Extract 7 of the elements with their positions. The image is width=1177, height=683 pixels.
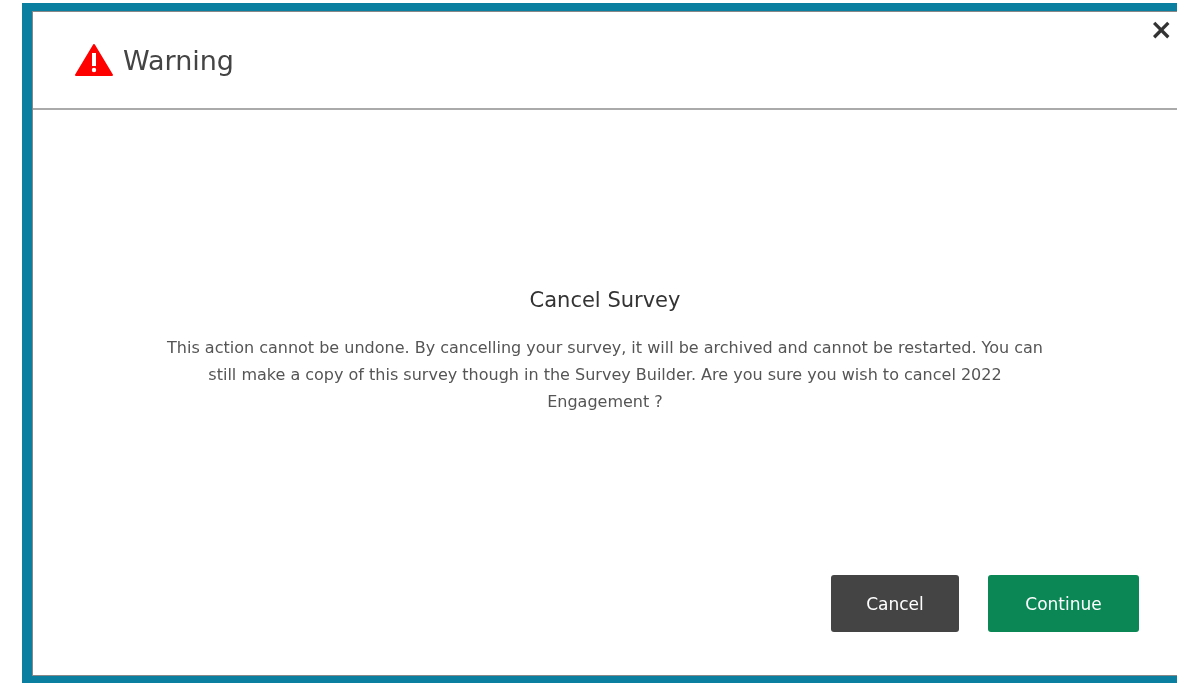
dialog-title: Warning bbox=[123, 44, 234, 76]
warning-icon bbox=[75, 44, 113, 76]
cancel-button[interactable]: Cancel bbox=[831, 575, 959, 632]
dialog-heading: Cancel Survey bbox=[529, 288, 681, 312]
dialog-message: This action cannot be undone. By cancelling your survey, it will be archived and cannot be restarted. You can still make a copy of this survey though in the Survey Builder. Are you sure you wish to cancel 2022 Engagement ? bbox=[166, 337, 1044, 413]
close-button[interactable]: × bbox=[1145, 16, 1177, 44]
continue-button[interactable]: Continue bbox=[988, 575, 1139, 632]
